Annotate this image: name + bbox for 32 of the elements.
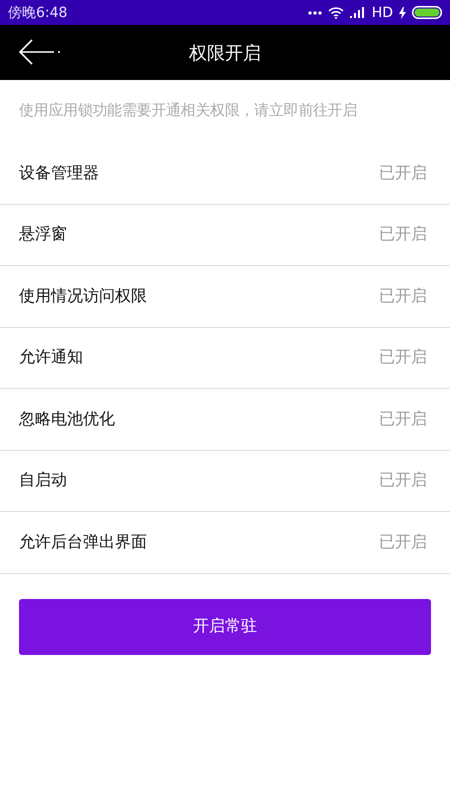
wifi-icon [328,6,344,18]
permission-status: 已开启 [379,408,427,430]
permission-name: 悬浮窗 [19,224,67,246]
permission-status: 已开启 [379,224,427,246]
permission-status: 已开启 [379,286,427,307]
page-title: 权限开启 [189,42,261,64]
permission-row[interactable]: 允许后台弹出界面 已开启 [0,512,450,574]
charging-icon [399,6,406,18]
permission-name: 设备管理器 [19,162,99,184]
network-type: HD [372,4,393,20]
battery-icon [412,6,442,19]
permission-name: 允许通知 [19,347,83,368]
keep-alive-button[interactable]: 开启常驻 [19,598,431,654]
permission-name: 忽略电池优化 [19,408,115,430]
permission-row[interactable]: 设备管理器 已开启 [0,143,450,204]
permission-status: 已开启 [379,532,427,553]
permission-name: 允许后台弹出界面 [19,532,147,553]
permission-row[interactable]: 允许通知 已开启 [0,328,450,389]
intro-text: 使用应用锁功能需要开通相关权限，请立即前往开启 [18,100,358,121]
permission-row[interactable]: 悬浮窗 已开启 [0,204,450,266]
permission-status: 已开启 [379,162,427,184]
more-icon [308,10,322,14]
back-arrow-icon[interactable] [19,39,61,65]
signal-icon [350,7,366,18]
permission-status: 已开启 [379,470,427,492]
permission-row[interactable]: 使用情况访问权限 已开启 [0,266,450,328]
permission-row[interactable]: 自启动 已开启 [0,450,450,512]
permission-name: 使用情况访问权限 [19,286,147,307]
permission-status: 已开启 [379,347,427,368]
status-time: 傍晚6:48 [8,4,68,22]
permission-row[interactable]: 忽略电池优化 已开启 [0,389,450,450]
permission-name: 自启动 [19,470,67,492]
